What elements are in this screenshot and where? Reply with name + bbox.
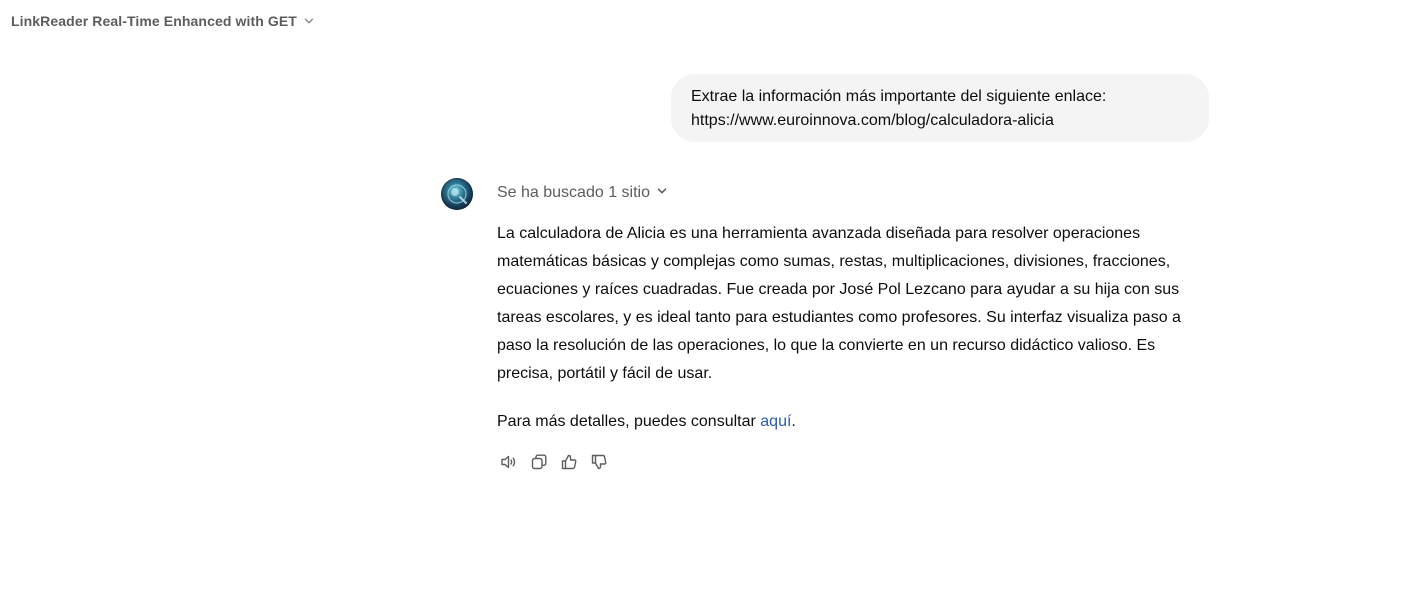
assistant-avatar [441,178,473,210]
model-selector[interactable]: LinkReader Real-Time Enhanced with GET [11,13,315,29]
thumbs-up-button[interactable] [557,451,581,473]
assistant-message: La calculadora de Alicia es una herramie… [497,220,1209,436]
answer-link-suffix: . [791,413,796,430]
answer-link-prefix: Para más detalles, puedes consultar [497,413,761,430]
read-aloud-icon [499,452,519,472]
message-actions [497,451,611,473]
search-status-text: Se ha buscado 1 sitio [497,184,650,201]
user-message-bubble: Extrae la información más importante del… [671,74,1209,142]
thumbs-up-icon [559,452,579,472]
thumbs-down-button[interactable] [587,451,611,473]
source-link[interactable]: aquí [760,413,791,430]
answer-paragraph: La calculadora de Alicia es una herramie… [497,225,1181,382]
chat-page: LinkReader Real-Time Enhanced with GET E… [0,0,1412,591]
user-message-line-1: Extrae la información más importante del… [691,88,1107,105]
user-message-line-2: https://www.euroinnova.com/blog/calculad… [691,112,1054,129]
copy-icon [529,452,549,472]
search-status-toggle[interactable]: Se ha buscado 1 sitio [497,184,668,202]
read-aloud-button[interactable] [497,451,521,473]
thumbs-down-icon [589,452,609,472]
model-name: LinkReader Real-Time Enhanced with GET [11,13,297,29]
answer-paragraph-link: Para más detalles, puedes consultar aquí… [497,408,1209,436]
chevron-down-icon [303,15,315,27]
chevron-down-icon [656,184,668,202]
copy-button[interactable] [527,451,551,473]
